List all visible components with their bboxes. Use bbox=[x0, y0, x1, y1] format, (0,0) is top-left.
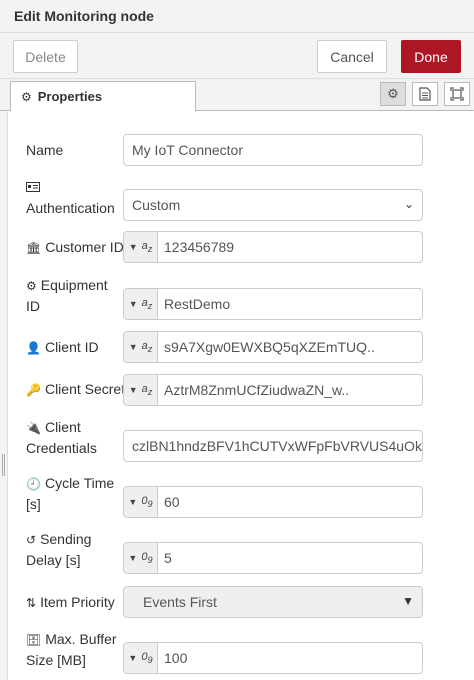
authentication-value: Custom bbox=[132, 197, 181, 213]
string-type-icon: az bbox=[141, 296, 153, 312]
client-secret-input[interactable]: ▼ az AztrM8ZnmUCfZiudwaZN_w.. bbox=[123, 374, 423, 406]
caret-down-icon: ▼ bbox=[402, 594, 414, 608]
caret-down-icon: ▼ bbox=[128, 242, 138, 252]
settings-tab-button[interactable]: ⚙ bbox=[380, 82, 406, 106]
type-select-button[interactable]: ▼ 09 bbox=[124, 487, 158, 517]
caret-down-icon: ▼ bbox=[128, 497, 138, 507]
caret-down-icon: ▼ bbox=[128, 342, 138, 352]
max-buffer-label: 🗄 Max. Buffer Size [MB] bbox=[26, 631, 117, 668]
number-type-icon: 09 bbox=[141, 650, 153, 666]
type-select-button[interactable]: ▼ az bbox=[124, 375, 158, 405]
type-select-button[interactable]: ▼ az bbox=[124, 289, 158, 319]
sidebar-resize-handle[interactable] bbox=[0, 111, 8, 680]
user-icon: 👤 bbox=[26, 341, 41, 355]
client-credentials-label: 🔌 Client Credentials bbox=[26, 419, 97, 456]
customer-id-input[interactable]: ▼ az 123456789 bbox=[123, 231, 423, 263]
caret-down-icon: ▼ bbox=[128, 553, 138, 563]
database-icon: 🗄 bbox=[26, 633, 42, 647]
sending-delay-value: 5 bbox=[164, 550, 172, 566]
done-button[interactable]: Done bbox=[401, 40, 461, 73]
client-id-label: 👤 Client ID bbox=[26, 339, 99, 355]
dialog-header: Edit Monitoring node bbox=[0, 0, 474, 33]
tab-properties[interactable]: ⚙ Properties bbox=[10, 81, 196, 112]
tab-bar: ⚙ Properties ⚙ bbox=[0, 79, 474, 112]
frame-icon bbox=[450, 87, 464, 101]
type-select-button[interactable]: ▼ az bbox=[124, 332, 158, 362]
string-type-icon: az bbox=[141, 339, 153, 355]
cycle-time-value: 60 bbox=[164, 494, 180, 510]
item-priority-select[interactable]: Events First ▼ bbox=[123, 586, 423, 618]
dialog-toolbar: Delete Cancel Done bbox=[0, 33, 474, 79]
bank-icon: 🏛 bbox=[26, 241, 42, 255]
id-card-icon bbox=[26, 181, 40, 195]
tab-properties-label: Properties bbox=[37, 89, 103, 104]
authentication-label: Authentication bbox=[26, 177, 115, 218]
properties-form: Name My IoT Connector Authentication Cus… bbox=[8, 111, 474, 680]
type-select-button[interactable]: ▼ 09 bbox=[124, 643, 158, 673]
gear-icon: ⚙ bbox=[387, 86, 399, 101]
cycle-time-input[interactable]: ▼ 09 60 bbox=[123, 486, 423, 518]
chevron-down-icon: ⌄ bbox=[403, 197, 414, 211]
client-credentials-value: czlBN1hndzBFV1hCUTVxWFpFbVRVUS4uOkF6 bbox=[132, 438, 423, 454]
client-credentials-input[interactable]: czlBN1hndzBFV1hCUTVxWFpFbVRVUS4uOkF6 bbox=[123, 430, 423, 462]
caret-down-icon: ▼ bbox=[128, 299, 138, 309]
caret-down-icon: ▼ bbox=[128, 653, 138, 663]
clock-icon: 🕘 bbox=[26, 477, 41, 491]
sending-delay-input[interactable]: ▼ 09 5 bbox=[123, 542, 423, 574]
type-select-button[interactable]: ▼ az bbox=[124, 232, 158, 262]
max-buffer-input[interactable]: ▼ 09 100 bbox=[123, 642, 423, 674]
sending-delay-label: ↺ Sending Delay [s] bbox=[26, 531, 92, 568]
number-type-icon: 09 bbox=[141, 494, 153, 510]
plug-icon: 🔌 bbox=[26, 421, 41, 435]
string-type-icon: az bbox=[141, 382, 153, 398]
grip-icon bbox=[2, 454, 5, 476]
item-priority-value: Events First bbox=[143, 594, 217, 610]
authentication-select[interactable]: Custom ⌄ bbox=[123, 189, 423, 221]
name-label: Name bbox=[26, 142, 64, 158]
client-secret-label: 🔑 Client Secret bbox=[26, 381, 126, 397]
name-value: My IoT Connector bbox=[132, 142, 244, 158]
equipment-id-value: RestDemo bbox=[164, 296, 231, 312]
document-icon bbox=[419, 87, 431, 101]
number-type-icon: 09 bbox=[141, 550, 153, 566]
caret-down-icon: ▼ bbox=[128, 385, 138, 395]
max-buffer-value: 100 bbox=[164, 650, 188, 666]
cancel-button[interactable]: Cancel bbox=[317, 40, 387, 73]
history-icon: ↺ bbox=[26, 533, 37, 547]
client-secret-value: AztrM8ZnmUCfZiudwaZN_w.. bbox=[164, 382, 350, 398]
customer-id-label: 🏛 Customer ID bbox=[26, 239, 124, 255]
string-type-icon: az bbox=[141, 239, 153, 255]
sort-icon: ⇅ bbox=[26, 596, 37, 610]
item-priority-label: ⇅ Item Priority bbox=[26, 594, 115, 610]
delete-button[interactable]: Delete bbox=[13, 40, 78, 73]
cycle-time-label: 🕘 Cycle Time [s] bbox=[26, 475, 115, 512]
dialog-title: Edit Monitoring node bbox=[14, 8, 154, 24]
client-id-input[interactable]: ▼ az s9A7Xgw0EWXBQ5qXZEmTUQ.. bbox=[123, 331, 423, 363]
name-input[interactable]: My IoT Connector bbox=[123, 134, 423, 166]
equipment-id-input[interactable]: ▼ az RestDemo bbox=[123, 288, 423, 320]
equipment-id-label: ⚙ Equipment ID bbox=[26, 277, 108, 314]
key-icon: 🔑 bbox=[26, 383, 41, 397]
appearance-tab-button[interactable] bbox=[444, 82, 470, 106]
gear-icon: ⚙ bbox=[21, 89, 32, 104]
gear-icon: ⚙ bbox=[26, 279, 37, 293]
client-id-value: s9A7Xgw0EWXBQ5qXZEmTUQ.. bbox=[164, 339, 375, 355]
description-tab-button[interactable] bbox=[412, 82, 438, 106]
type-select-button[interactable]: ▼ 09 bbox=[124, 543, 158, 573]
customer-id-value: 123456789 bbox=[164, 239, 235, 255]
